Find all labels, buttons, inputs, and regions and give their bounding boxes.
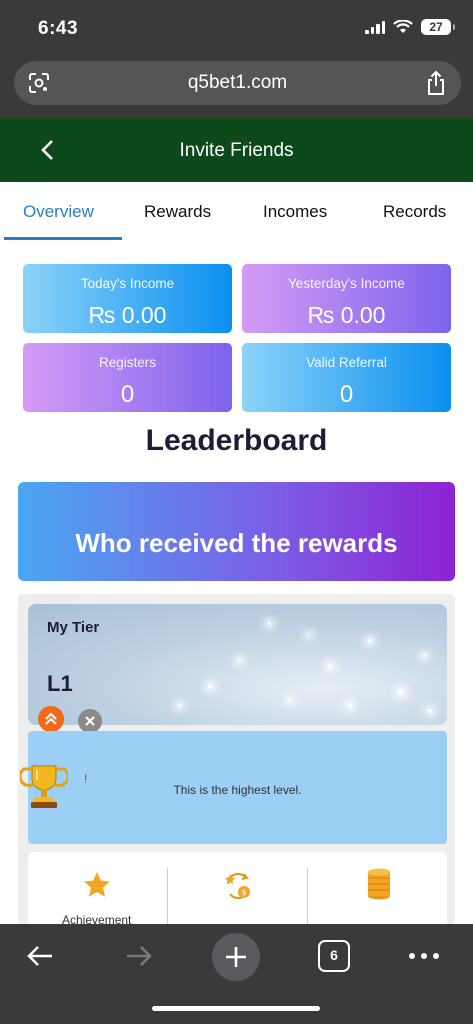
- decorative-mark: !: [84, 772, 88, 786]
- exchange-coin-icon: $: [225, 872, 250, 900]
- app-header: Invite Friends: [0, 118, 473, 182]
- double-chevron-up-icon[interactable]: [38, 706, 64, 732]
- page-title: Invite Friends: [179, 140, 294, 161]
- share-icon[interactable]: [425, 70, 447, 96]
- address-bar[interactable]: q5bet1.com: [14, 61, 461, 105]
- my-tier-level: L1: [47, 671, 73, 696]
- tab-bar: Overview Rewards Incomes Records: [0, 182, 473, 242]
- today-income-label: Today's Income: [80, 276, 175, 291]
- forward-arrow-icon[interactable]: [123, 940, 155, 972]
- leaderboard-heading: Leaderboard: [145, 424, 328, 457]
- url-text[interactable]: q5bet1.com: [14, 72, 461, 94]
- rewards-banner-text: Who received the rewards: [75, 528, 398, 558]
- yesterday-income-card: Yesterday's Income ₨ 0.00: [242, 264, 451, 333]
- exchange-button[interactable]: $: [168, 852, 307, 924]
- registers-label: Registers: [98, 355, 157, 370]
- today-income-value: ₨ 0.00: [88, 302, 167, 328]
- level-message: This is the highest level.: [173, 783, 302, 797]
- valid-referral-value: 0: [339, 381, 354, 408]
- level-info-box: This is the highest level.: [28, 731, 447, 844]
- wifi-icon: [393, 20, 413, 33]
- tab-overview[interactable]: Overview: [23, 202, 94, 222]
- yesterday-income-label: Yesterday's Income: [288, 276, 405, 291]
- my-tier-card: My Tier L1: [28, 604, 447, 725]
- my-tier-title: My Tier: [47, 619, 100, 636]
- tab-rewards[interactable]: Rewards: [144, 202, 211, 222]
- close-icon[interactable]: [78, 709, 102, 733]
- back-arrow-icon[interactable]: [24, 940, 56, 972]
- tab-records[interactable]: Records: [383, 202, 446, 222]
- cellular-signal-icon: [365, 20, 385, 34]
- today-income-card: Today's Income ₨ 0.00: [23, 264, 232, 333]
- star-icon: [84, 872, 110, 897]
- valid-referral-label: Valid Referral: [306, 355, 387, 370]
- yesterday-income-value: ₨ 0.00: [307, 302, 386, 328]
- actions-row: $ Achievement: [28, 852, 447, 924]
- home-indicator: [152, 1006, 320, 1011]
- plus-icon: [226, 947, 246, 967]
- more-dots-icon[interactable]: [406, 940, 442, 972]
- valid-referral-card: Valid Referral 0: [242, 343, 451, 412]
- coin-stack-icon: [368, 868, 390, 900]
- status-icons: 27: [365, 19, 455, 35]
- battery-icon: 27: [421, 19, 455, 35]
- status-time: 6:43: [38, 18, 79, 39]
- registers-card: Registers 0: [23, 343, 232, 412]
- rewards-banner[interactable]: Who received the rewards: [18, 482, 455, 581]
- trophy-icon: [20, 765, 68, 808]
- tab-incomes[interactable]: Incomes: [263, 202, 327, 222]
- svg-text:$: $: [241, 888, 246, 897]
- coins-button[interactable]: [308, 852, 447, 924]
- new-tab-button[interactable]: [212, 933, 260, 981]
- tab-switcher-button[interactable]: 6: [318, 940, 350, 972]
- status-and-browser-chrome: 6:43 27 q5bet1.com: [0, 0, 473, 118]
- achievement-label: Achievement: [62, 913, 132, 924]
- registers-value: 0: [120, 381, 135, 408]
- active-tab-indicator: [4, 237, 122, 240]
